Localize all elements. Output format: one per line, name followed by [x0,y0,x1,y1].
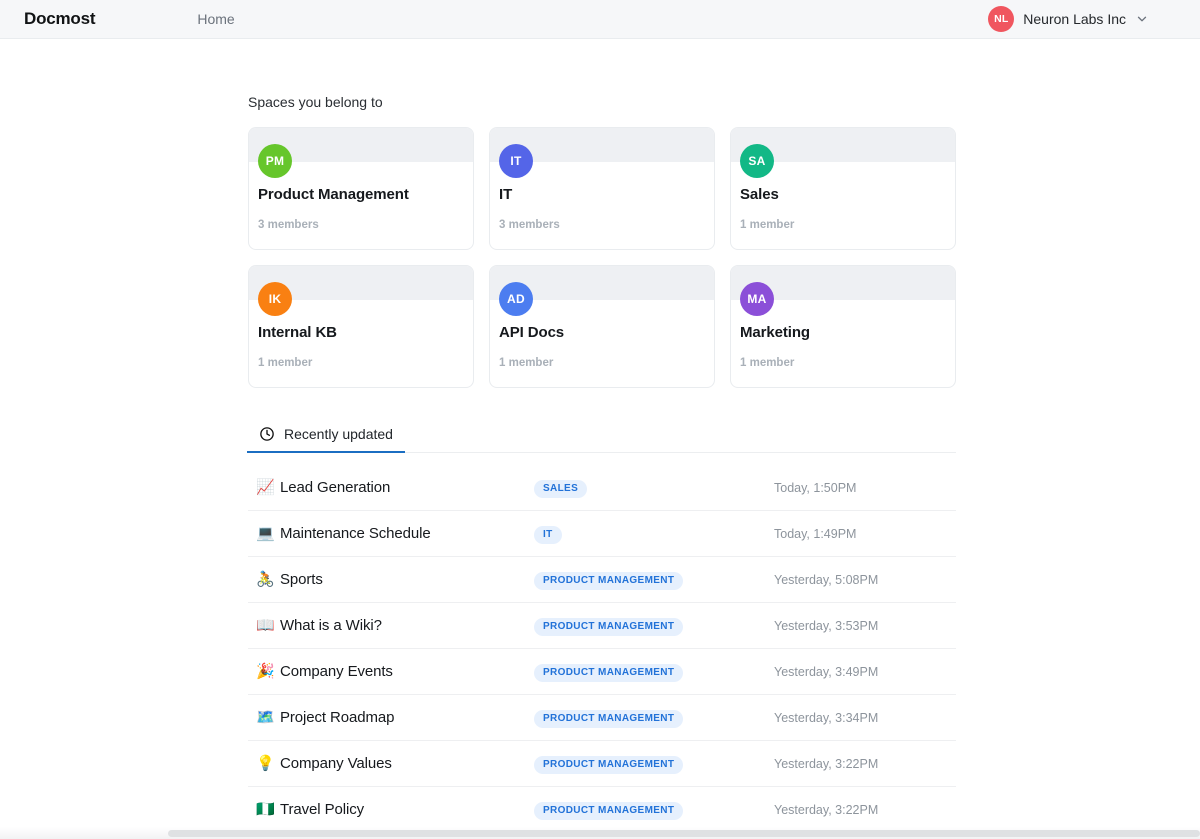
space-badge[interactable]: Product Management [534,571,684,590]
space-badge[interactable]: Product Management [534,709,684,728]
page-title: Maintenance Schedule [280,525,431,542]
horizontal-scrollbar-thumb[interactable] [168,830,1200,837]
space-badge-cell: Product Management [534,754,774,774]
space-name: IT [499,186,513,203]
space-card[interactable]: MA Marketing 1 member [730,265,956,388]
recent-page-row[interactable]: 📈 Lead Generation Sales Today, 1:50PM [248,465,956,511]
app-logo[interactable]: Docmost [24,9,96,29]
recent-page-row[interactable]: 🎉 Company Events Product Management Yesterd… [248,649,956,695]
page-title: Lead Generation [280,479,391,496]
workspace-name: Neuron Labs Inc [1023,11,1126,27]
space-name: Product Management [258,186,409,203]
space-name: API Docs [499,324,565,341]
laptop-icon: 💻 [256,525,275,542]
page-updated-time: Yesterday, 3:49PM [774,664,879,679]
page-title: What is a Wiki? [280,617,382,634]
space-badge-cell: Product Management [534,570,774,590]
page-updated-time: Yesterday, 3:22PM [774,756,879,771]
cyclist-icon: 🚴 [256,571,275,588]
space-avatar: MA [740,282,774,316]
space-member-count: 1 member [740,219,795,231]
space-member-count: 3 members [258,219,319,231]
recently-updated-list: 📈 Lead Generation Sales Today, 1:50PM 💻 Maint… [248,465,956,833]
recent-page-row[interactable]: 📖 What is a Wiki? Product Management Yester… [248,603,956,649]
space-badge[interactable]: Product Management [534,663,684,682]
space-member-count: 1 member [499,357,554,369]
world-map-icon: 🗺️ [256,709,275,726]
space-badge[interactable]: Sales [534,479,588,498]
tab-label: Recently updated [284,426,393,442]
space-badge-cell: Product Management [534,662,774,682]
space-card[interactable]: IK Internal KB 1 member [248,265,474,388]
spaces-section-title: Spaces you belong to [248,94,383,110]
page-title: Project Roadmap [280,709,395,726]
page-updated-time: Today, 1:49PM [774,526,857,541]
light-bulb-icon: 💡 [256,755,275,772]
space-badge-cell: Product Management [534,800,774,820]
page-title: Sports [280,571,323,588]
space-card[interactable]: PM Product Management 3 members [248,127,474,250]
recent-page-row[interactable]: 💡 Company Values Product Management Yesterd… [248,741,956,787]
space-avatar: IT [499,144,533,178]
space-avatar: IK [258,282,292,316]
party-popper-icon: 🎉 [256,663,275,680]
space-badge[interactable]: Product Management [534,801,684,820]
space-card[interactable]: IT IT 3 members [489,127,715,250]
nav-item-home[interactable]: Home [197,11,234,27]
open-book-icon: 📖 [256,617,275,634]
space-member-count: 1 member [740,357,795,369]
space-badge[interactable]: Product Management [534,617,684,636]
space-badge-cell: Sales [534,478,774,498]
space-name: Sales [740,186,779,203]
space-name: Marketing [740,324,810,341]
space-avatar: SA [740,144,774,178]
recent-page-row[interactable]: 🚴 Sports Product Management Yesterday, 5:08… [248,557,956,603]
tab-bar: Recently updated [247,421,956,453]
page-updated-time: Yesterday, 3:34PM [774,710,879,725]
page-title: Company Values [280,755,392,772]
space-badge[interactable]: IT [534,525,562,544]
space-avatar: PM [258,144,292,178]
page-updated-time: Yesterday, 3:53PM [774,618,879,633]
space-member-count: 3 members [499,219,560,231]
space-name: Internal KB [258,324,337,341]
chart-increasing-icon: 📈 [256,479,275,496]
space-badge-cell: Product Management [534,708,774,728]
space-avatar: AD [499,282,533,316]
page-updated-time: Yesterday, 5:08PM [774,572,879,587]
spaces-grid: PM Product Management 3 members IT IT 3 membe… [248,127,956,388]
page-updated-time: Yesterday, 3:22PM [774,802,879,817]
horizontal-scrollbar[interactable] [0,827,1200,839]
workspace-avatar: NL [988,6,1015,32]
page-title: Travel Policy [280,801,364,818]
space-badge-cell: IT [534,524,774,544]
page-content: Spaces you belong to PM Product Managemen… [0,39,1200,833]
top-navigation-bar: Docmost Home NL Neuron Labs Inc [0,0,1200,39]
flag-icon: 🇳🇬 [256,801,275,818]
space-badge[interactable]: Product Management [534,755,684,774]
space-member-count: 1 member [258,357,313,369]
recent-page-row[interactable]: 💻 Maintenance Schedule IT Today, 1:49PM [248,511,956,557]
workspace-switcher[interactable]: NL Neuron Labs Inc [988,6,1184,32]
space-card[interactable]: AD API Docs 1 member [489,265,715,388]
page-title: Company Events [280,663,393,680]
tab-recently-updated[interactable]: Recently updated [247,421,405,453]
recent-page-row[interactable]: 🗺️ Project Roadmap Product Management Yeste… [248,695,956,741]
clock-icon [259,426,275,442]
chevron-down-icon [1135,12,1149,26]
space-card[interactable]: SA Sales 1 member [730,127,956,250]
space-badge-cell: Product Management [534,616,774,636]
page-updated-time: Today, 1:50PM [774,480,857,495]
